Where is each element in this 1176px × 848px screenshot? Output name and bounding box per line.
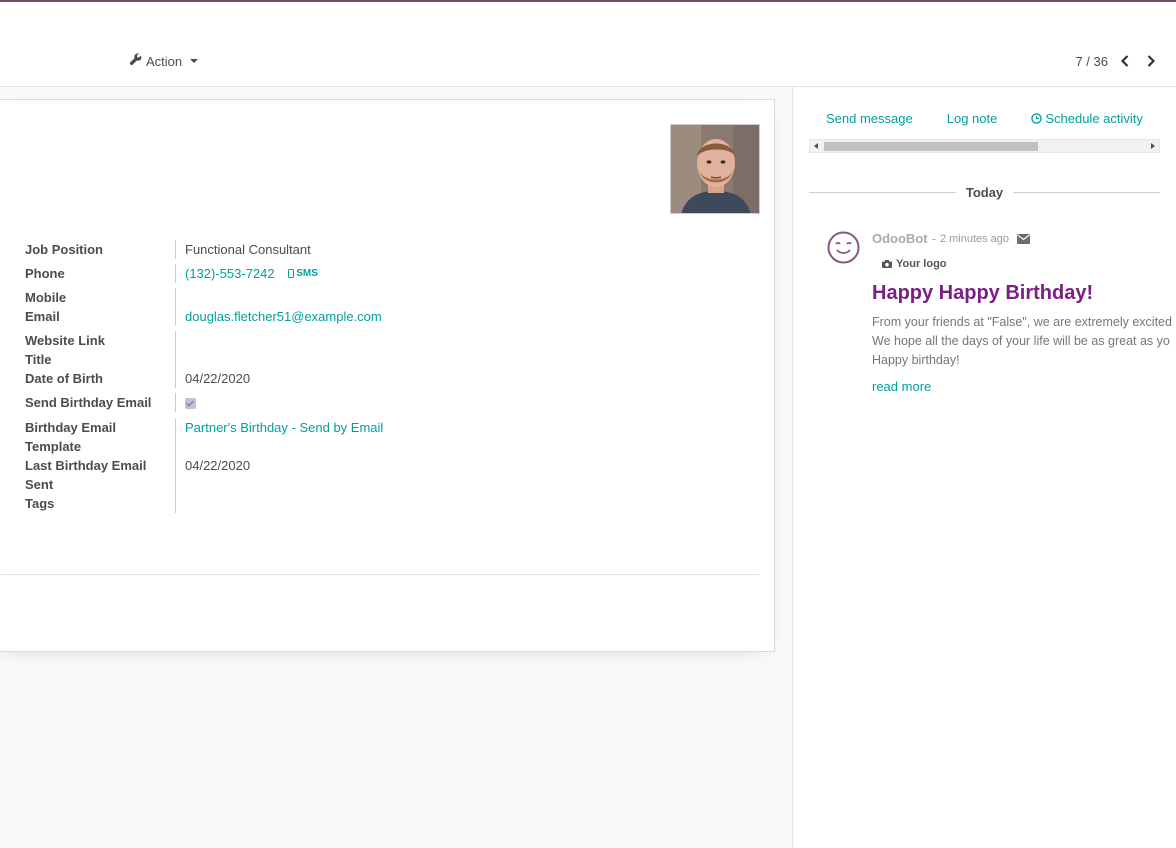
field-row-phone: Phone (132)-553-7242 SMS (25, 259, 765, 283)
envelope-icon[interactable] (1017, 233, 1031, 244)
company-logo: Your logo (882, 258, 1176, 270)
today-label: Today (965, 185, 1004, 200)
send-message-button[interactable]: Send message (826, 111, 913, 126)
odoobot-avatar[interactable] (827, 231, 860, 264)
read-more-link[interactable]: read more (872, 379, 1176, 394)
email-link[interactable]: douglas.fletcher51@example.com (185, 309, 382, 324)
form-sheet: Job Position Functional Consultant Phone… (0, 99, 775, 652)
scroll-right-icon[interactable] (1151, 143, 1155, 149)
separator-line (809, 192, 956, 193)
birthday-template-value: Partner's Birthday - Send by Email (175, 418, 765, 456)
field-row-title: Title (25, 350, 765, 369)
field-row-date-of-birth: Date of Birth 04/22/2020 (25, 369, 765, 388)
field-row-tags: Tags (25, 494, 765, 513)
phone-value: (132)-553-7242 SMS (175, 264, 765, 283)
scroll-left-icon[interactable] (814, 143, 818, 149)
chatter-panel: Send message Log note Schedule activity … (792, 87, 1176, 848)
caret-down-icon (190, 59, 199, 63)
logo-text: Your logo (896, 258, 947, 270)
previous-record-button[interactable] (1116, 52, 1134, 70)
camera-icon (882, 260, 892, 268)
message-time: 2 minutes ago (939, 232, 1010, 245)
pager-value[interactable]: 7 / 36 (1075, 54, 1108, 69)
field-label: Send Birthday Email (25, 395, 152, 410)
field-label: Job Position (25, 242, 103, 257)
chevron-right-icon (1147, 55, 1156, 67)
title-value[interactable] (175, 350, 765, 369)
form-view: Job Position Functional Consultant Phone… (0, 87, 792, 848)
phone-link[interactable]: (132)-553-7242 (185, 266, 275, 281)
message-header: OdooBot - 2 minutes ago (872, 231, 1176, 246)
mobile-value[interactable] (175, 288, 765, 307)
chatter-topbar: Send message Log note Schedule activity (809, 111, 1160, 155)
message-text: From your friends at "False", we are ext… (872, 313, 1176, 370)
tags-value[interactable] (175, 494, 765, 513)
send-birthday-email-value (175, 393, 765, 412)
field-label: Website Link (25, 333, 105, 348)
field-row-email: Email douglas.fletcher51@example.com (25, 307, 765, 326)
contact-photo[interactable] (670, 124, 760, 214)
wrench-icon (129, 53, 142, 69)
sms-label: SMS (296, 268, 318, 279)
schedule-activity-label: Schedule activity (1045, 111, 1143, 126)
field-row-last-birthday-email-sent: Last Birthday Email Sent 04/22/2020 (25, 456, 765, 494)
message-title: Happy Happy Birthday! (872, 282, 1094, 304)
sheet-divider (1, 574, 759, 575)
horizontal-scrollbar[interactable] (809, 139, 1160, 153)
control-panel: Action 7 / 36 (0, 2, 1176, 87)
field-row-mobile: Mobile (25, 283, 765, 307)
last-birthday-email-value[interactable]: 04/22/2020 (175, 456, 765, 494)
schedule-activity-button[interactable]: Schedule activity (1031, 111, 1143, 126)
message-body: OdooBot - 2 minutes ago Your logo Happy … (872, 231, 1176, 394)
field-label: Email (25, 309, 60, 324)
job-position-value[interactable]: Functional Consultant (175, 240, 765, 259)
scrollbar-thumb[interactable] (824, 142, 1038, 151)
field-row-job-position: Job Position Functional Consultant (25, 240, 765, 259)
message-author[interactable]: OdooBot (872, 231, 928, 246)
field-label: Phone (25, 266, 65, 281)
date-of-birth-value[interactable]: 04/22/2020 (175, 369, 765, 388)
field-label: Mobile (25, 290, 67, 305)
separator-line (1013, 192, 1161, 193)
next-record-button[interactable] (1142, 52, 1160, 70)
birthday-template-link[interactable]: Partner's Birthday - Send by Email (185, 420, 383, 435)
action-dropdown-button[interactable]: Action (129, 52, 199, 70)
field-label: Date of Birth (25, 371, 103, 386)
field-label: Last Birthday Email Sent (25, 458, 147, 492)
field-row-website: Website Link (25, 326, 765, 350)
date-separator: Today (809, 185, 1161, 200)
header-separator: - (931, 231, 936, 246)
chatter-buttons: Send message Log note Schedule activity (809, 111, 1160, 126)
website-value[interactable] (175, 331, 765, 350)
message-line: We hope all the days of your life will b… (872, 334, 1170, 348)
chevron-left-icon (1120, 55, 1129, 67)
log-note-button[interactable]: Log note (947, 111, 998, 126)
message-line: Happy birthday! (872, 353, 960, 367)
message-line: From your friends at "False", we are ext… (872, 315, 1172, 329)
sms-button[interactable]: SMS (288, 264, 318, 283)
field-label: Tags (25, 496, 55, 511)
field-label: Title (25, 352, 52, 367)
mobile-icon (288, 269, 295, 278)
contact-fields: Job Position Functional Consultant Phone… (25, 240, 765, 513)
field-label: Birthday Email Template (25, 420, 117, 454)
clock-icon (1031, 113, 1043, 124)
action-label: Action (146, 53, 183, 69)
send-birthday-email-checkbox[interactable] (185, 398, 196, 409)
record-pager: 7 / 36 (1075, 52, 1160, 70)
field-row-send-birthday-email: Send Birthday Email (25, 388, 765, 412)
email-value: douglas.fletcher51@example.com (175, 307, 765, 326)
field-row-birthday-email-template: Birthday Email Template Partner's Birthd… (25, 412, 765, 456)
